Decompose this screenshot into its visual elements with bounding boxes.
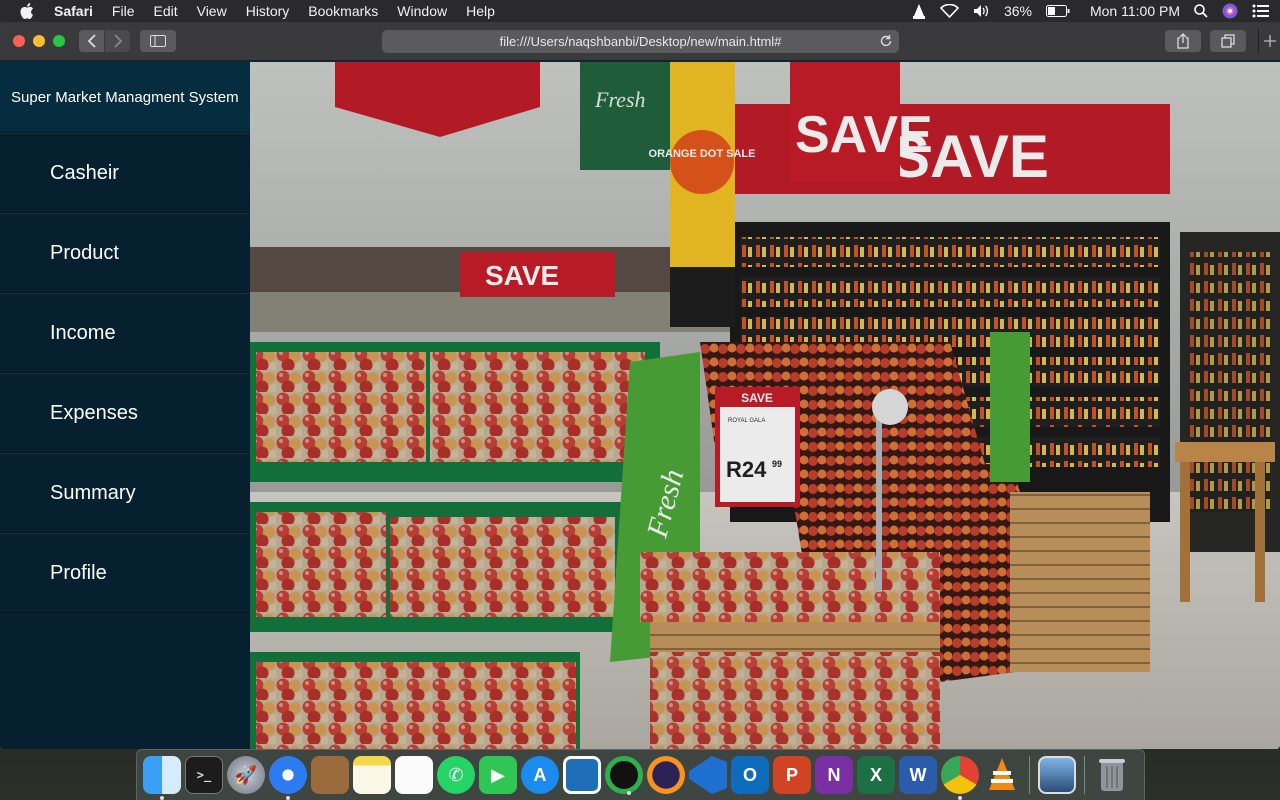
tabs-icon: [1221, 34, 1235, 48]
show-sidebar-button[interactable]: [140, 30, 176, 52]
terminal-icon[interactable]: >_: [185, 756, 223, 794]
outlook-icon[interactable]: O: [731, 756, 769, 794]
menu-file[interactable]: File: [112, 3, 135, 19]
supermarket-illustration: SAVE Fresh ORANGE DOT SALE SAVE SAVE Fre…: [250, 62, 1280, 749]
menu-help[interactable]: Help: [466, 3, 495, 19]
safari-icon[interactable]: [269, 756, 307, 800]
sidebar-icon: [150, 35, 166, 47]
vlc-icon[interactable]: [983, 756, 1021, 794]
nav-item-product[interactable]: Product: [0, 213, 250, 293]
chrome-icon[interactable]: [941, 756, 979, 800]
facetime-icon[interactable]: ▶: [479, 756, 517, 794]
vscode-icon[interactable]: [689, 756, 727, 794]
running-indicator-dot: [958, 796, 962, 800]
macos-dock: >_ 🚀 ✆ ▶ A O P N X W: [136, 749, 1145, 800]
dock-separator: [1084, 756, 1085, 794]
app-brand-title: Super Market Managment System: [0, 62, 250, 133]
browser-toolbar: file:///Users/naqshbanbi/Desktop/new/mai…: [0, 22, 1280, 61]
nav-item-expenses[interactable]: Expenses: [0, 373, 250, 453]
reminders-icon[interactable]: [395, 756, 433, 794]
plus-icon: [1263, 35, 1276, 47]
powerpoint-icon[interactable]: P: [773, 756, 811, 794]
eclipse-icon[interactable]: [647, 756, 685, 794]
spotlight-search-icon[interactable]: [1194, 4, 1208, 18]
address-bar[interactable]: file:///Users/naqshbanbi/Desktop/new/mai…: [382, 30, 899, 53]
vlc-status-icon[interactable]: [912, 3, 926, 19]
launchpad-icon[interactable]: 🚀: [227, 756, 265, 794]
safari-window: file:///Users/naqshbanbi/Desktop/new/mai…: [0, 22, 1280, 749]
chevron-right-icon: [113, 34, 122, 48]
dock-separator: [1029, 756, 1030, 794]
preview-icon[interactable]: [1038, 756, 1076, 794]
siri-icon[interactable]: [1222, 3, 1238, 19]
nav-item-profile[interactable]: Profile: [0, 533, 250, 613]
notes-icon[interactable]: [353, 756, 391, 794]
menu-bookmarks[interactable]: Bookmarks: [308, 3, 378, 19]
chevron-left-icon: [87, 34, 96, 48]
share-icon: [1177, 33, 1189, 49]
url-text: file:///Users/naqshbanbi/Desktop/new/mai…: [499, 34, 782, 49]
running-indicator-dot: [286, 796, 290, 800]
reload-icon[interactable]: [879, 34, 893, 51]
activity-ring-icon[interactable]: [605, 756, 643, 795]
menu-edit[interactable]: Edit: [153, 3, 177, 19]
apple-icon[interactable]: [20, 3, 34, 19]
onenote-icon[interactable]: N: [815, 756, 853, 794]
menu-view[interactable]: View: [197, 3, 227, 19]
app-sidebar: Super Market Managment System Casheir Pr…: [0, 62, 250, 749]
nav-item-casheir[interactable]: Casheir: [0, 133, 250, 213]
nav-item-income[interactable]: Income: [0, 293, 250, 373]
supermarket-hero-image: SAVE Fresh ORANGE DOT SALE SAVE SAVE Fre…: [250, 62, 1280, 749]
wifi-icon[interactable]: [939, 4, 959, 18]
whatsapp-icon[interactable]: ✆: [437, 756, 475, 794]
show-tabs-button[interactable]: [1210, 30, 1246, 52]
app-store-icon[interactable]: A: [521, 756, 559, 794]
volume-icon[interactable]: [973, 4, 990, 18]
macos-menu-bar: Safari File Edit View History Bookmarks …: [0, 0, 1280, 22]
notefile-icon[interactable]: [311, 756, 349, 794]
window-fullscreen-button[interactable]: [53, 35, 65, 47]
web-page: Super Market Managment System Casheir Pr…: [0, 62, 1280, 749]
window-minimize-button[interactable]: [33, 35, 45, 47]
running-indicator-dot: [706, 796, 710, 800]
menu-clock[interactable]: Mon 11:00 PM: [1090, 3, 1180, 19]
window-close-button[interactable]: [13, 35, 25, 47]
running-indicator-dot: [160, 796, 164, 800]
new-tab-button[interactable]: [1258, 28, 1280, 54]
back-button[interactable]: [79, 30, 104, 52]
battery-percent: 36%: [1003, 3, 1032, 19]
nav-item-summary[interactable]: Summary: [0, 453, 250, 533]
trash-icon[interactable]: [1093, 756, 1131, 794]
forward-button[interactable]: [105, 30, 130, 52]
finder-icon[interactable]: [143, 756, 181, 800]
excel-icon[interactable]: X: [857, 756, 895, 794]
battery-icon[interactable]: [1045, 5, 1070, 17]
notification-center-icon[interactable]: [1252, 4, 1270, 18]
menu-app-name[interactable]: Safari: [54, 3, 93, 19]
word-icon[interactable]: W: [899, 756, 937, 794]
menu-window[interactable]: Window: [397, 3, 447, 19]
screen-capture-icon[interactable]: [563, 756, 601, 794]
running-indicator-dot: [627, 791, 631, 795]
share-button[interactable]: [1165, 30, 1201, 52]
menu-history[interactable]: History: [246, 3, 290, 19]
